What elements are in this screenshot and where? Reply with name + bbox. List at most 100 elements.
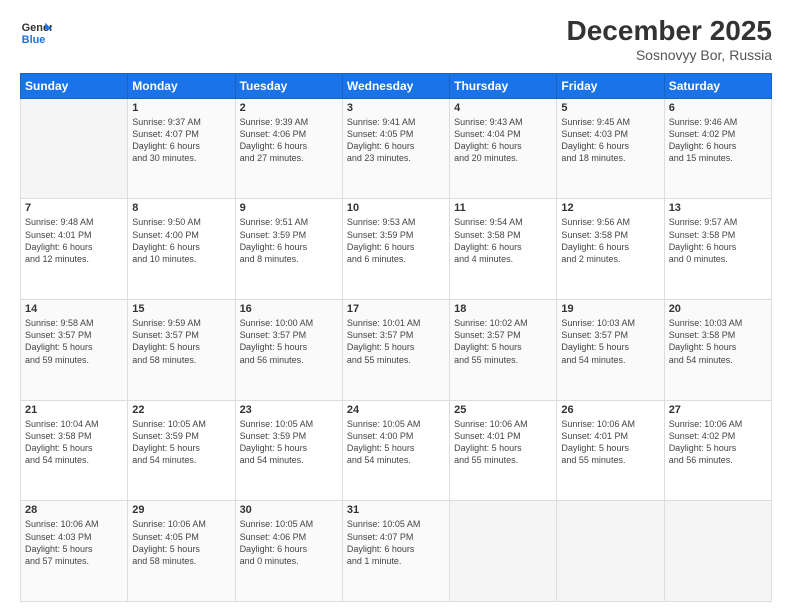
calendar-cell: 3Sunrise: 9:41 AM Sunset: 4:05 PM Daylig… xyxy=(342,98,449,199)
weekday-header-sunday: Sunday xyxy=(21,73,128,98)
page: General Blue December 2025 Sosnovyy Bor,… xyxy=(0,0,792,612)
day-number: 16 xyxy=(240,303,338,315)
day-number: 27 xyxy=(669,404,767,416)
day-content: Sunrise: 10:03 AM Sunset: 3:58 PM Daylig… xyxy=(669,317,767,366)
weekday-header-monday: Monday xyxy=(128,73,235,98)
calendar-cell: 1Sunrise: 9:37 AM Sunset: 4:07 PM Daylig… xyxy=(128,98,235,199)
day-number: 18 xyxy=(454,303,552,315)
day-content: Sunrise: 10:06 AM Sunset: 4:01 PM Daylig… xyxy=(561,418,659,467)
day-content: Sunrise: 10:02 AM Sunset: 3:57 PM Daylig… xyxy=(454,317,552,366)
calendar-cell: 21 Sunrise: 10:04 AM Sunset: 3:58 PM Dayl… xyxy=(21,400,128,501)
day-number: 20 xyxy=(669,303,767,315)
calendar-cell xyxy=(557,501,664,602)
day-number: 21 xyxy=(25,404,123,416)
calendar-cell: 7 Sunrise: 9:48 AM Sunset: 4:01 PM Daylig… xyxy=(21,199,128,300)
calendar-cell: 23Sunrise: 10:05 AM Sunset: 3:59 PM Dayl… xyxy=(235,400,342,501)
calendar-cell: 24 Sunrise: 10:05 AM Sunset: 4:00 PM Dayl… xyxy=(342,400,449,501)
day-content: Sunrise: 10:04 AM Sunset: 3:58 PM Daylig… xyxy=(25,418,123,467)
day-content: Sunrise: 10:05 AM Sunset: 4:06 PM Daylig… xyxy=(240,518,338,567)
day-number: 12 xyxy=(561,202,659,214)
calendar-cell: 13 Sunrise: 9:57 AM Sunset: 3:58 PM Dayli… xyxy=(664,199,771,300)
day-content: Sunrise: 10:06 AM Sunset: 4:01 PM Daylig… xyxy=(454,418,552,467)
calendar-cell: 17Sunrise: 10:01 AM Sunset: 3:57 PM Dayl… xyxy=(342,300,449,401)
day-number: 13 xyxy=(669,202,767,214)
weekday-header-saturday: Saturday xyxy=(664,73,771,98)
day-content: Sunrise: 9:57 AM Sunset: 3:58 PM Dayligh… xyxy=(669,216,767,265)
calendar-cell: 10Sunrise: 9:53 AM Sunset: 3:59 PM Dayli… xyxy=(342,199,449,300)
day-content: Sunrise: 9:50 AM Sunset: 4:00 PM Dayligh… xyxy=(132,216,230,265)
day-content: Sunrise: 10:06 AM Sunset: 4:02 PM Daylig… xyxy=(669,418,767,467)
day-content: Sunrise: 9:53 AM Sunset: 3:59 PM Dayligh… xyxy=(347,216,445,265)
day-content: Sunrise: 9:39 AM Sunset: 4:06 PM Dayligh… xyxy=(240,116,338,165)
day-number: 17 xyxy=(347,303,445,315)
calendar-cell: 14 Sunrise: 9:58 AM Sunset: 3:57 PM Dayli… xyxy=(21,300,128,401)
header: General Blue December 2025 Sosnovyy Bor,… xyxy=(20,16,772,63)
day-content: Sunrise: 10:05 AM Sunset: 4:07 PM Daylig… xyxy=(347,518,445,567)
calendar-cell: 6 Sunrise: 9:46 AM Sunset: 4:02 PM Daylig… xyxy=(664,98,771,199)
day-number: 14 xyxy=(25,303,123,315)
calendar-cell: 15 Sunrise: 9:59 AM Sunset: 3:57 PM Dayli… xyxy=(128,300,235,401)
weekday-header-wednesday: Wednesday xyxy=(342,73,449,98)
day-number: 24 xyxy=(347,404,445,416)
calendar-table: SundayMondayTuesdayWednesdayThursdayFrid… xyxy=(20,73,772,602)
day-number: 7 xyxy=(25,202,123,214)
day-number: 3 xyxy=(347,102,445,114)
calendar-week-row: 7 Sunrise: 9:48 AM Sunset: 4:01 PM Daylig… xyxy=(21,199,772,300)
day-number: 23 xyxy=(240,404,338,416)
calendar-week-row: 14 Sunrise: 9:58 AM Sunset: 3:57 PM Dayli… xyxy=(21,300,772,401)
calendar-cell: 26 Sunrise: 10:06 AM Sunset: 4:01 PM Dayl… xyxy=(557,400,664,501)
calendar-cell: 16 Sunrise: 10:00 AM Sunset: 3:57 PM Dayl… xyxy=(235,300,342,401)
calendar-cell xyxy=(450,501,557,602)
location-subtitle: Sosnovyy Bor, Russia xyxy=(567,47,772,63)
calendar-cell: 18 Sunrise: 10:02 AM Sunset: 3:57 PM Dayl… xyxy=(450,300,557,401)
calendar-cell xyxy=(664,501,771,602)
day-number: 31 xyxy=(347,504,445,516)
day-number: 22 xyxy=(132,404,230,416)
calendar-cell: 31 Sunrise: 10:05 AM Sunset: 4:07 PM Dayl… xyxy=(342,501,449,602)
weekday-header-friday: Friday xyxy=(557,73,664,98)
day-content: Sunrise: 10:00 AM Sunset: 3:57 PM Daylig… xyxy=(240,317,338,366)
day-number: 4 xyxy=(454,102,552,114)
calendar-cell: 30Sunrise: 10:05 AM Sunset: 4:06 PM Dayl… xyxy=(235,501,342,602)
day-number: 2 xyxy=(240,102,338,114)
day-content: Sunrise: 10:06 AM Sunset: 4:05 PM Daylig… xyxy=(132,518,230,567)
month-title: December 2025 xyxy=(567,16,772,47)
weekday-header-tuesday: Tuesday xyxy=(235,73,342,98)
svg-text:Blue: Blue xyxy=(22,34,46,46)
title-block: December 2025 Sosnovyy Bor, Russia xyxy=(567,16,772,63)
day-number: 26 xyxy=(561,404,659,416)
calendar-cell: 4Sunrise: 9:43 AM Sunset: 4:04 PM Daylig… xyxy=(450,98,557,199)
calendar-cell: 27 Sunrise: 10:06 AM Sunset: 4:02 PM Dayl… xyxy=(664,400,771,501)
calendar-cell: 8 Sunrise: 9:50 AM Sunset: 4:00 PM Daylig… xyxy=(128,199,235,300)
calendar-week-row: 28Sunrise: 10:06 AM Sunset: 4:03 PM Dayl… xyxy=(21,501,772,602)
day-content: Sunrise: 9:45 AM Sunset: 4:03 PM Dayligh… xyxy=(561,116,659,165)
day-number: 8 xyxy=(132,202,230,214)
calendar-cell: 28Sunrise: 10:06 AM Sunset: 4:03 PM Dayl… xyxy=(21,501,128,602)
calendar-cell: 22 Sunrise: 10:05 AM Sunset: 3:59 PM Dayl… xyxy=(128,400,235,501)
day-content: Sunrise: 10:05 AM Sunset: 3:59 PM Daylig… xyxy=(132,418,230,467)
calendar-cell xyxy=(21,98,128,199)
day-content: Sunrise: 10:06 AM Sunset: 4:03 PM Daylig… xyxy=(25,518,123,567)
weekday-header-thursday: Thursday xyxy=(450,73,557,98)
day-content: Sunrise: 9:37 AM Sunset: 4:07 PM Dayligh… xyxy=(132,116,230,165)
calendar-week-row: 21 Sunrise: 10:04 AM Sunset: 3:58 PM Dayl… xyxy=(21,400,772,501)
logo: General Blue xyxy=(20,16,54,48)
day-content: Sunrise: 9:51 AM Sunset: 3:59 PM Dayligh… xyxy=(240,216,338,265)
day-number: 15 xyxy=(132,303,230,315)
calendar-cell: 2 Sunrise: 9:39 AM Sunset: 4:06 PM Daylig… xyxy=(235,98,342,199)
day-number: 9 xyxy=(240,202,338,214)
day-content: Sunrise: 9:48 AM Sunset: 4:01 PM Dayligh… xyxy=(25,216,123,265)
day-number: 6 xyxy=(669,102,767,114)
day-content: Sunrise: 9:46 AM Sunset: 4:02 PM Dayligh… xyxy=(669,116,767,165)
calendar-cell: 25 Sunrise: 10:06 AM Sunset: 4:01 PM Dayl… xyxy=(450,400,557,501)
day-number: 5 xyxy=(561,102,659,114)
day-number: 11 xyxy=(454,202,552,214)
day-content: Sunrise: 9:58 AM Sunset: 3:57 PM Dayligh… xyxy=(25,317,123,366)
day-content: Sunrise: 9:54 AM Sunset: 3:58 PM Dayligh… xyxy=(454,216,552,265)
calendar-cell: 29Sunrise: 10:06 AM Sunset: 4:05 PM Dayl… xyxy=(128,501,235,602)
day-content: Sunrise: 10:05 AM Sunset: 4:00 PM Daylig… xyxy=(347,418,445,467)
day-content: Sunrise: 9:59 AM Sunset: 3:57 PM Dayligh… xyxy=(132,317,230,366)
calendar-week-row: 1Sunrise: 9:37 AM Sunset: 4:07 PM Daylig… xyxy=(21,98,772,199)
day-number: 25 xyxy=(454,404,552,416)
day-content: Sunrise: 10:03 AM Sunset: 3:57 PM Daylig… xyxy=(561,317,659,366)
